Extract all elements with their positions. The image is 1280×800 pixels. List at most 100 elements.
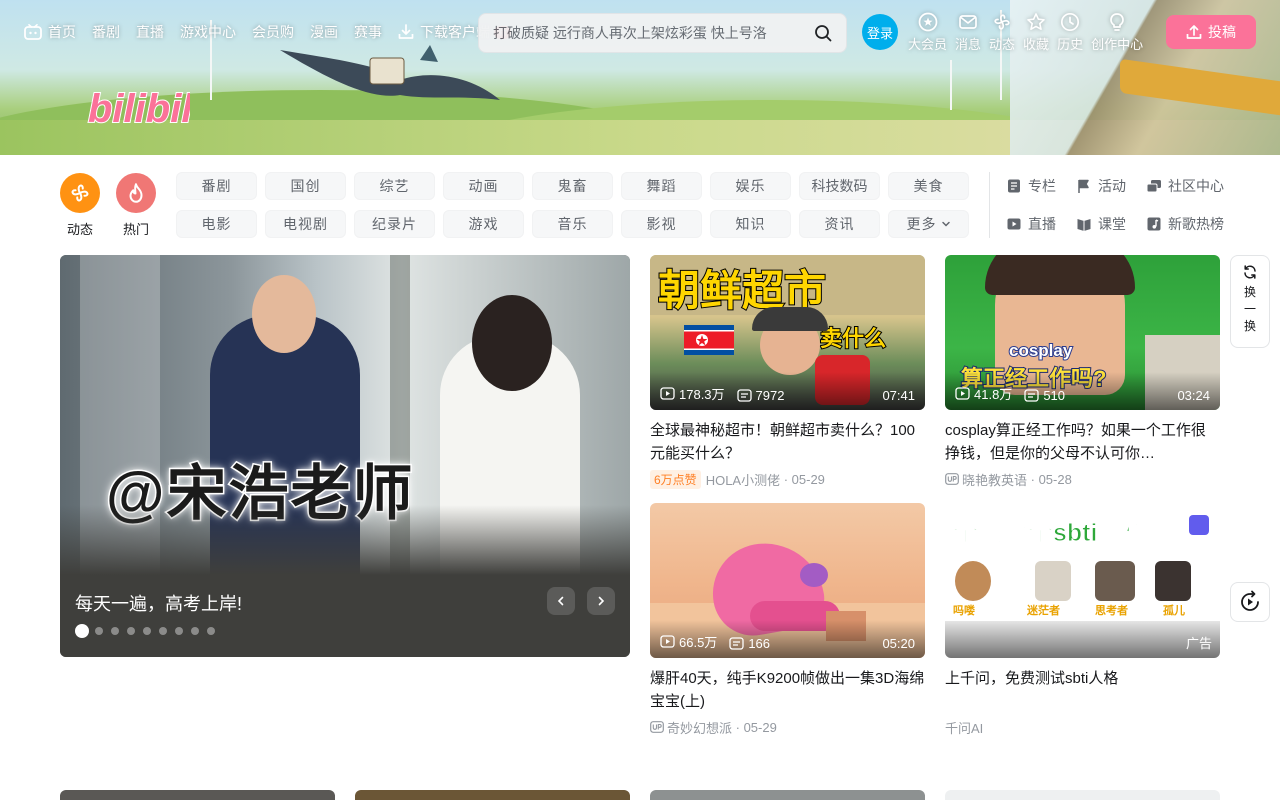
channel-chip[interactable]: 娱乐 <box>710 172 791 200</box>
danmaku-icon <box>1024 389 1039 402</box>
video-thumbnail[interactable]: 66.5万 166 05:20 <box>650 503 925 658</box>
nav-history[interactable]: 历史 <box>1057 12 1083 53</box>
channel-chip[interactable]: 影视 <box>621 210 702 238</box>
search-button[interactable] <box>806 17 840 49</box>
carousel-dot[interactable] <box>159 627 167 635</box>
carousel-dot[interactable] <box>175 627 183 635</box>
nav-member-shop[interactable]: 会员购 <box>252 22 294 42</box>
channel-chip[interactable]: 电影 <box>176 210 257 238</box>
side-link-classroom[interactable]: 课堂 <box>1076 210 1146 238</box>
live-icon <box>1007 218 1021 230</box>
channel-chip[interactable]: 游戏 <box>443 210 524 238</box>
video-date: 05-29 <box>791 471 825 487</box>
danmaku-icon <box>736 389 752 402</box>
channel-chip[interactable]: 知识 <box>710 210 791 238</box>
channel-hot-label: 热门 <box>122 222 149 237</box>
views-count: 178.3万 <box>679 387 725 402</box>
ad-label: 广告 <box>1185 636 1212 651</box>
channel-chip[interactable]: 番剧 <box>176 172 257 200</box>
video-author[interactable]: HOLA小测佬 <box>706 470 780 489</box>
nav-game-center[interactable]: 游戏中心 <box>180 22 236 42</box>
play-count-icon <box>955 387 970 400</box>
carousel-dot[interactable] <box>191 627 199 635</box>
video-author[interactable]: 晓艳教英语 <box>962 470 1027 489</box>
replay-float-button[interactable] <box>1230 582 1270 622</box>
ad-thumbnail[interactable]: 全网超全sbti解析 吗喽 迷茫者 思考者 孤儿 广告 <box>945 503 1220 658</box>
video-title[interactable]: 爆肝40天，纯手K9200帧做出一集3D海绵宝宝(上) <box>650 667 925 713</box>
nav-live[interactable]: 直播 <box>136 22 164 42</box>
ad-author[interactable]: 千问AI <box>945 718 983 737</box>
carousel-dot[interactable] <box>111 627 119 635</box>
next-row-thumbnail[interactable] <box>650 790 925 800</box>
chevron-left-icon <box>557 596 564 606</box>
bilibili-tv-icon <box>24 24 42 40</box>
side-link-label: 课堂 <box>1098 216 1126 232</box>
nav-comics-label: 漫画 <box>310 24 338 40</box>
channel-chip[interactable]: 综艺 <box>354 172 435 200</box>
login-avatar-button[interactable]: 登录 <box>862 14 898 50</box>
carousel-dot[interactable] <box>143 627 151 635</box>
channel-hot[interactable]: 热门 <box>116 173 156 238</box>
next-row-thumbnail[interactable] <box>355 790 630 800</box>
channel-chip[interactable]: 纪录片 <box>354 210 435 238</box>
meta-separator: · <box>1027 471 1039 487</box>
video-thumbnail[interactable]: 朝鲜超市 卖什么 178.3万 7972 07:41 <box>650 255 925 410</box>
carousel-dot[interactable] <box>75 624 89 638</box>
north-korea-flag-icon <box>684 325 734 355</box>
channel-chip[interactable]: 动画 <box>443 172 524 200</box>
channel-more-button[interactable]: 更多 <box>888 210 969 238</box>
video-author[interactable]: 奇妙幻想派 <box>667 718 732 737</box>
channel-dynamic[interactable]: 动态 <box>60 173 100 238</box>
carousel-dot[interactable] <box>95 627 103 635</box>
video-thumbnail[interactable]: cosplay 算正经工作吗? 41.8万 510 03:24 <box>945 255 1220 410</box>
bulb-icon <box>1110 13 1124 31</box>
channel-chip[interactable]: 资讯 <box>799 210 880 238</box>
next-row-thumbnail[interactable] <box>945 790 1220 800</box>
hero-carousel[interactable]: @宋浩老师 每天一遍，高考上岸! <box>60 255 630 657</box>
dynamic-icon <box>71 184 89 202</box>
channel-chip[interactable]: 电视剧 <box>265 210 346 238</box>
upload-button[interactable]: 投稿 <box>1166 15 1256 49</box>
refresh-button[interactable]: 换 一 换 <box>1230 255 1270 348</box>
next-row-thumbnail[interactable] <box>60 790 335 800</box>
search-input[interactable] <box>479 14 806 52</box>
nav-dynamic[interactable]: 动态 <box>989 12 1015 53</box>
channel-divider <box>989 172 990 238</box>
side-link-community[interactable]: 社区中心 <box>1146 172 1236 200</box>
side-link-music-chart[interactable]: 新歌热榜 <box>1146 210 1236 238</box>
carousel-caption[interactable]: 每天一遍，高考上岸! <box>75 590 242 616</box>
channel-chip[interactable]: 鬼畜 <box>532 172 613 200</box>
carousel-next-button[interactable] <box>587 587 615 615</box>
nav-comics[interactable]: 漫画 <box>310 22 338 42</box>
nav-esports[interactable]: 赛事 <box>354 22 382 42</box>
video-title[interactable]: 全球最神秘超市！朝鲜超市卖什么？100元能买什么？ <box>650 419 925 465</box>
danmaku-stat: 7972 <box>736 388 784 403</box>
carousel-dot[interactable] <box>207 627 215 635</box>
ad-figure-label: 迷茫者 <box>1027 605 1060 617</box>
channel-chip[interactable]: 音乐 <box>532 210 613 238</box>
side-link-activity[interactable]: 活动 <box>1076 172 1146 200</box>
nav-creator-center[interactable]: 创作中心 <box>1091 12 1143 53</box>
nav-vip[interactable]: 大会员 <box>908 12 947 53</box>
ad-title[interactable]: 上千问，免费测试sbti人格 <box>945 667 1220 713</box>
channel-chip[interactable]: 国创 <box>265 172 346 200</box>
carousel-person-head <box>252 275 316 353</box>
carousel-prev-button[interactable] <box>547 587 575 615</box>
side-link-column[interactable]: 专栏 <box>1006 172 1076 200</box>
thumbnail-subtitle: 卖什么 <box>819 325 887 352</box>
channel-chip[interactable]: 科技数码 <box>799 172 880 200</box>
ad-figure-label: 吗喽 <box>953 605 975 617</box>
views-stat: 178.3万 <box>660 384 725 403</box>
nav-home[interactable]: 首页 <box>24 22 76 42</box>
nav-anime[interactable]: 番剧 <box>92 22 120 42</box>
bilibili-logo[interactable]: bilibili <box>86 82 190 130</box>
nav-messages[interactable]: 消息 <box>955 12 981 53</box>
refresh-char: 换 <box>1243 319 1256 333</box>
nav-live-label: 直播 <box>136 24 164 40</box>
channel-chip[interactable]: 舞蹈 <box>621 172 702 200</box>
carousel-dot[interactable] <box>127 627 135 635</box>
channel-chip[interactable]: 美食 <box>888 172 969 200</box>
side-link-live[interactable]: 直播 <box>1006 210 1076 238</box>
video-title[interactable]: cosplay算正经工作吗？如果一个工作很挣钱，但是你的父母不认可你… <box>945 419 1220 465</box>
nav-favorites[interactable]: 收藏 <box>1023 12 1049 53</box>
